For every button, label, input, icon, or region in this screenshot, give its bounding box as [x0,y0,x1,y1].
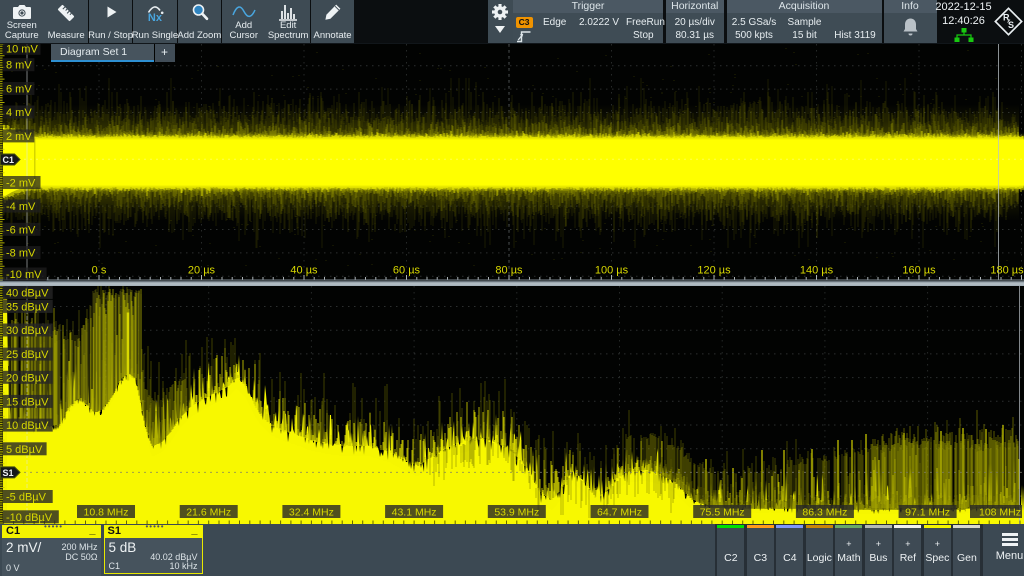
svg-text:S1: S1 [3,467,14,477]
svg-text:6 mV: 6 mV [6,84,32,96]
svg-text:20 µs: 20 µs [188,265,216,277]
svg-text:80 µs: 80 µs [495,265,523,277]
svg-text:40 dBµV: 40 dBµV [6,287,49,299]
svg-text:25 dBµV: 25 dBµV [6,349,49,361]
svg-text:120 µs: 120 µs [697,265,731,277]
svg-text:0 s: 0 s [92,265,107,277]
svg-text:40 µs: 40 µs [290,265,318,277]
svg-text:64.7 MHz: 64.7 MHz [597,506,642,518]
svg-text:-2 mV: -2 mV [6,178,36,190]
svg-text:86.3 MHz: 86.3 MHz [802,506,847,518]
svg-text:180 µs: 180 µs [990,265,1024,277]
svg-text:10 dBµV: 10 dBµV [6,420,49,432]
svg-text:60 µs: 60 µs [393,265,421,277]
svg-text:-8 mV: -8 mV [6,248,36,260]
svg-text:35 dBµV: 35 dBµV [6,301,49,313]
svg-text:20 dBµV: 20 dBµV [6,372,49,384]
svg-text:S: S [1008,20,1014,30]
svg-text:C1: C1 [3,155,15,165]
svg-text:97.1 MHz: 97.1 MHz [905,506,950,518]
svg-text:-5 dBµV: -5 dBµV [6,491,47,503]
svg-text:4 mV: 4 mV [6,107,32,119]
svg-text:8 mV: 8 mV [6,60,32,72]
svg-text:-6 mV: -6 mV [6,224,36,236]
svg-text:2 mV: 2 mV [6,131,32,143]
svg-text:108 MHz: 108 MHz [979,506,1021,518]
svg-text:5 dBµV: 5 dBµV [6,443,43,455]
svg-text:10.8 MHz: 10.8 MHz [84,506,129,518]
svg-text:140 µs: 140 µs [800,265,834,277]
svg-text:15 dBµV: 15 dBµV [6,396,49,408]
svg-text:53.9 MHz: 53.9 MHz [494,506,539,518]
svg-text:-10 mV: -10 mV [6,269,42,281]
svg-text:21.6 MHz: 21.6 MHz [186,506,231,518]
svg-text:32.4 MHz: 32.4 MHz [289,506,334,518]
svg-text:-4 mV: -4 mV [6,201,36,213]
svg-text:30 dBµV: 30 dBµV [6,325,49,337]
svg-text:10 mV: 10 mV [6,44,38,55]
svg-text:100 µs: 100 µs [595,265,629,277]
svg-text:43.1 MHz: 43.1 MHz [392,506,437,518]
svg-text:75.5 MHz: 75.5 MHz [700,506,745,518]
svg-text:160 µs: 160 µs [902,265,936,277]
